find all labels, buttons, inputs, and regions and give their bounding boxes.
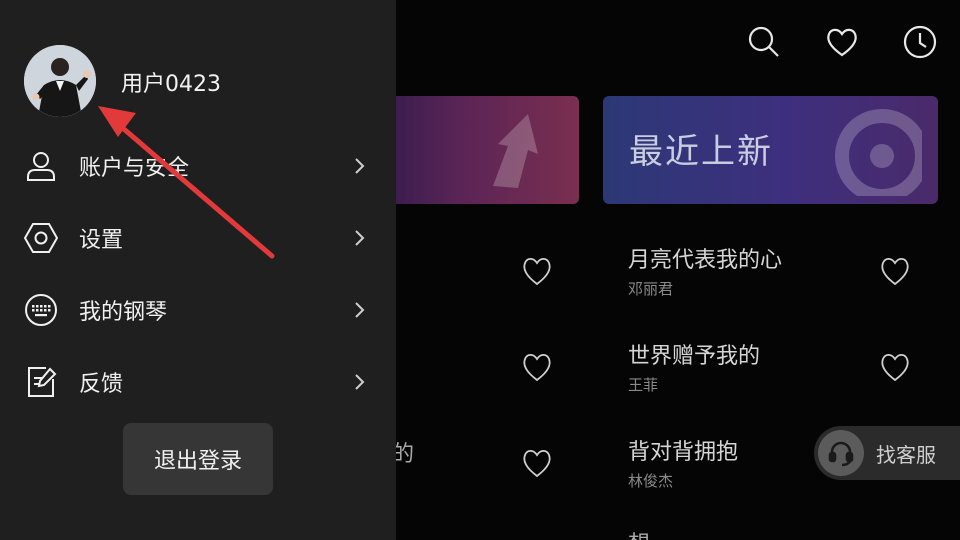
song-list-left <box>360 238 600 526</box>
favorite-heart-icon[interactable] <box>520 254 554 288</box>
avatar[interactable] <box>24 45 96 117</box>
song-artist: 林俊杰 <box>628 472 674 490</box>
menu-item-label: 我的钢琴 <box>79 300 168 325</box>
menu-item-label: 账户与安全 <box>79 156 190 181</box>
menu-item-feedback[interactable]: 反馈 <box>0 346 396 418</box>
username: 用户0423 <box>121 72 221 97</box>
list-item[interactable] <box>360 238 600 334</box>
search-icon[interactable] <box>746 24 782 60</box>
banner-new-releases[interactable]: 最近上新 <box>603 96 938 204</box>
partial-song-title: 想 <box>628 526 650 540</box>
song-artist: 王菲 <box>628 376 659 394</box>
heart-icon[interactable] <box>824 24 860 60</box>
vinyl-icon <box>835 109 922 196</box>
menu-item-settings[interactable]: 设置 <box>0 202 396 274</box>
side-drawer: 用户0423 账户与安全 设置 我的钢琴 反馈 退出登录 <box>0 0 396 540</box>
drawer-menu: 账户与安全 设置 我的钢琴 反馈 <box>0 130 396 418</box>
chevron-right-icon <box>350 155 368 177</box>
song-artist: 邓丽君 <box>628 280 674 298</box>
user-icon <box>24 149 58 183</box>
history-icon[interactable] <box>902 24 938 60</box>
favorite-heart-icon[interactable] <box>520 446 554 480</box>
top-toolbar <box>746 24 938 60</box>
feedback-edit-icon <box>24 365 58 399</box>
chevron-right-icon <box>350 299 368 321</box>
favorite-heart-icon[interactable] <box>878 254 912 288</box>
menu-item-my-piano[interactable]: 我的钢琴 <box>0 274 396 346</box>
list-item[interactable]: 月亮代表我的心 邓丽君 <box>628 238 928 334</box>
trend-arrow-icon <box>493 114 538 188</box>
list-item[interactable] <box>360 334 600 430</box>
keyboard-icon <box>24 293 58 327</box>
song-title: 背对背拥抱 <box>628 440 739 465</box>
chevron-right-icon <box>350 371 368 393</box>
menu-item-label: 反馈 <box>79 372 124 397</box>
app-screen: 最近上新 的 月亮代表我的心 邓丽君 世界赠予我的 王菲 背对背拥抱 林俊杰 找… <box>0 0 960 540</box>
banner-title: 最近上新 <box>629 132 773 172</box>
song-title: 世界赠予我的 <box>628 344 761 369</box>
headset-icon <box>818 430 864 476</box>
song-title: 月亮代表我的心 <box>628 248 783 273</box>
favorite-heart-icon[interactable] <box>520 350 554 384</box>
logout-button[interactable]: 退出登录 <box>123 423 273 495</box>
hexagon-settings-icon <box>23 221 59 255</box>
menu-item-account-security[interactable]: 账户与安全 <box>0 130 396 202</box>
customer-service-label: 找客服 <box>876 442 936 467</box>
song-list-right: 月亮代表我的心 邓丽君 世界赠予我的 王菲 背对背拥抱 林俊杰 <box>628 238 928 526</box>
menu-item-label: 设置 <box>79 228 124 253</box>
list-item[interactable]: 世界赠予我的 王菲 <box>628 334 928 430</box>
chevron-right-icon <box>350 227 368 249</box>
customer-service-button[interactable]: 找客服 <box>814 426 960 480</box>
favorite-heart-icon[interactable] <box>878 350 912 384</box>
